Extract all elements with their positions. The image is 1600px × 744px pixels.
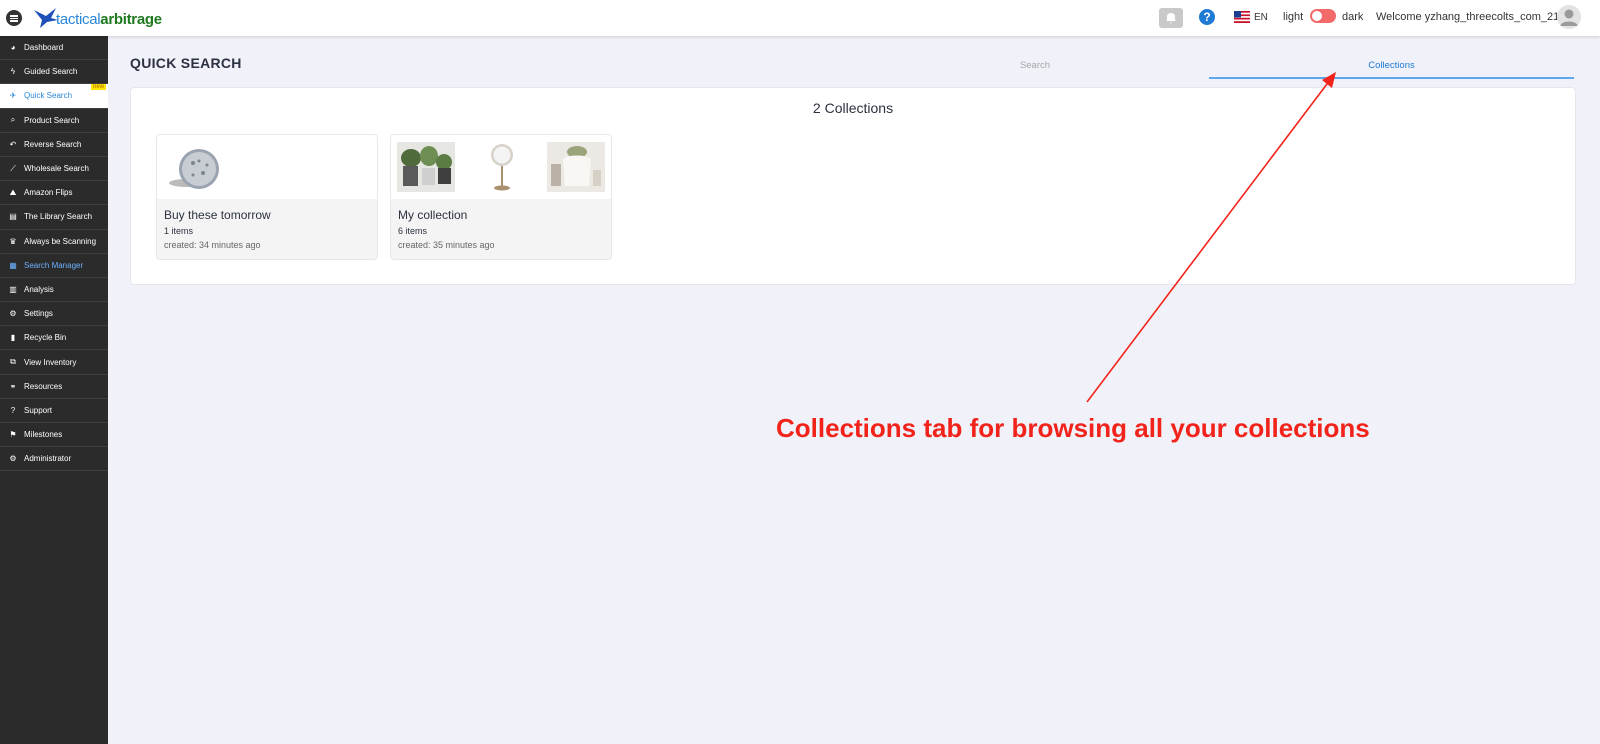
- dark-mode-label: dark: [1342, 11, 1364, 23]
- light-mode-label: light: [1283, 11, 1304, 23]
- sidebar-item-label: Wholesale Search: [24, 164, 89, 174]
- sidebar-item-settings[interactable]: ⚙ Settings: [0, 302, 108, 327]
- logo-text[interactable]: tacticalarbitrage: [56, 11, 162, 28]
- collection-thumbnails: [157, 135, 377, 199]
- sidebar-item-label: Recycle Bin: [24, 333, 67, 343]
- book-icon: ▤: [9, 212, 17, 222]
- sidebar-item-amazon-flips[interactable]: ⛰ Amazon Flips: [0, 181, 108, 206]
- columns-icon: ▥: [9, 284, 17, 294]
- collections-panel: 2 Collections Buy these tomorrow 1 items…: [130, 87, 1576, 285]
- sidebar-item-label: Milestones: [24, 430, 63, 440]
- sidebar: ◕ Dashboard ϟ Guided Search ✈ Quick Search n…: [0, 36, 108, 744]
- sidebar-item-label: Guided Search: [24, 67, 78, 77]
- sidebar-item-label: Analysis: [24, 284, 54, 294]
- product-thumbnail: [169, 149, 219, 189]
- sidebar-item-view-inventory[interactable]: ⧉ View Inventory: [0, 350, 108, 375]
- sidebar-item-label: Resources: [24, 381, 63, 391]
- sidebar-item-label: Amazon Flips: [24, 188, 73, 198]
- collection-item-count: 6 items: [398, 226, 428, 236]
- sidebar-item-analysis[interactable]: ▥ Analysis: [0, 278, 108, 303]
- sidebar-item-label: Search Manager: [24, 260, 84, 270]
- sidebar-item-always-be-scanning[interactable]: ♛ Always be Scanning: [0, 230, 108, 254]
- boxes-icon: ⧉: [10, 357, 16, 367]
- sidebar-item-quick-search[interactable]: ✈ Quick Search new: [0, 84, 108, 109]
- sidebar-item-label: Product Search: [24, 115, 80, 125]
- new-badge: new: [90, 84, 106, 91]
- logo-part2: arbitrage: [100, 11, 162, 28]
- collection-created: created: 34 minutes ago: [164, 240, 261, 250]
- page-title: QUICK SEARCH: [130, 55, 242, 71]
- flag-icon: ⚑: [9, 430, 17, 440]
- sidebar-item-search-manager[interactable]: ▦ Search Manager: [0, 254, 108, 278]
- handshake-icon: ⚭: [9, 381, 17, 391]
- us-flag-icon[interactable]: [1234, 11, 1250, 23]
- sidebar-item-label: Support: [24, 405, 53, 415]
- gear-icon: ⚙: [9, 309, 17, 319]
- bell-icon[interactable]: [1159, 8, 1183, 28]
- sidebar-item-library-search[interactable]: ▤ The Library Search: [0, 205, 108, 230]
- chart-line-icon: ⟋: [10, 163, 16, 173]
- logo-part1: tactical: [56, 11, 101, 28]
- sidebar-item-dashboard[interactable]: ◕ Dashboard: [0, 36, 108, 61]
- sidebar-item-label: Always be Scanning: [24, 236, 97, 246]
- collection-name: Buy these tomorrow: [164, 208, 271, 222]
- collection-created: created: 35 minutes ago: [398, 240, 495, 250]
- help-icon[interactable]: ?: [1199, 9, 1215, 25]
- welcome-text: Welcome yzhang_threecolts_com_2123: [1376, 11, 1572, 23]
- trash-icon: ▮: [10, 333, 16, 343]
- collection-card[interactable]: Buy these tomorrow 1 items created: 34 m…: [156, 134, 378, 260]
- sidebar-item-support[interactable]: ? Support: [0, 399, 108, 423]
- sidebar-item-reverse-search[interactable]: ↶ Reverse Search: [0, 133, 108, 157]
- collection-name: My collection: [398, 208, 468, 222]
- tab-collections[interactable]: Collections: [1209, 60, 1574, 79]
- table-icon: ▦: [9, 260, 17, 270]
- sidebar-item-product-search[interactable]: ⌕ Product Search: [0, 109, 108, 133]
- sidebar-item-label: Administrator: [24, 454, 72, 464]
- product-thumbnail: [491, 144, 513, 191]
- sidebar-item-recycle-bin[interactable]: ▮ Recycle Bin: [0, 326, 108, 351]
- sidebar-item-guided-search[interactable]: ϟ Guided Search: [0, 60, 108, 85]
- sidebar-item-administrator[interactable]: ⚙ Administrator: [0, 447, 108, 472]
- dashboard-icon: ◕: [10, 43, 16, 53]
- sidebar-item-label: Quick Search: [24, 91, 73, 101]
- sidebar-item-wholesale-search[interactable]: ⟋ Wholesale Search: [0, 157, 108, 182]
- sidebar-item-label: The Library Search: [24, 212, 93, 222]
- tab-search[interactable]: Search: [1000, 60, 1070, 71]
- collections-count: 2 Collections: [812, 100, 894, 116]
- hamburger-menu-icon[interactable]: [6, 10, 22, 26]
- language-label[interactable]: EN: [1254, 12, 1268, 23]
- collection-item-count: 1 items: [164, 226, 194, 236]
- question-icon: ?: [10, 405, 16, 415]
- trophy-icon: ♛: [9, 236, 17, 246]
- sidebar-item-label: Dashboard: [24, 43, 64, 53]
- top-bar: tacticalarbitrage ? EN light dark Welcom…: [0, 0, 1600, 36]
- collection-card[interactable]: My collection 6 items created: 35 minute…: [390, 134, 612, 260]
- annotation-text: Collections tab for browsing all your co…: [776, 413, 1370, 443]
- collection-thumbnails: [391, 135, 611, 199]
- sidebar-item-resources[interactable]: ⚭ Resources: [0, 375, 108, 399]
- reverse-arrow-icon: ↶: [9, 139, 17, 149]
- product-thumbnail: [547, 142, 605, 192]
- search-icon: ⌕: [10, 115, 16, 125]
- sidebar-item-label: Reverse Search: [24, 139, 82, 149]
- sidebar-item-label: View Inventory: [24, 357, 77, 367]
- product-thumbnail: [397, 142, 455, 192]
- road-icon: ⛰: [9, 187, 17, 197]
- theme-toggle[interactable]: [1310, 9, 1336, 23]
- plane-icon: ✈: [9, 91, 17, 101]
- user-avatar-icon[interactable]: [1557, 5, 1581, 29]
- sidebar-item-label: Settings: [24, 309, 53, 319]
- toggle-knob: [1312, 11, 1322, 21]
- lightning-icon: ϟ: [10, 67, 16, 77]
- gears-icon: ⚙: [9, 454, 17, 464]
- sidebar-item-milestones[interactable]: ⚑ Milestones: [0, 423, 108, 448]
